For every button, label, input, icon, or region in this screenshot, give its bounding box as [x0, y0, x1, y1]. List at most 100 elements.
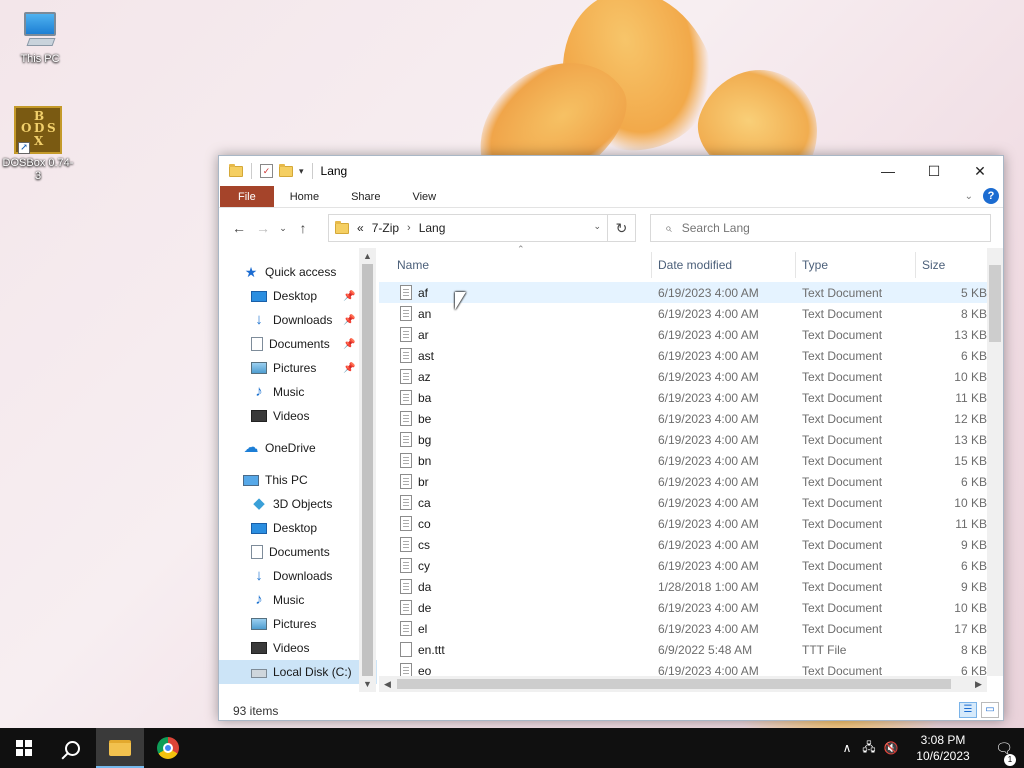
volume-muted-icon[interactable]: 🔇 [880, 741, 902, 755]
scroll-up-arrow-icon[interactable]: ▲ [359, 248, 376, 264]
table-row[interactable]: af 6/19/2023 4:00 AM Text Document 5 KB [379, 282, 987, 303]
table-row[interactable]: be 6/19/2023 4:00 AM Text Document 12 KB [379, 408, 987, 429]
desktop-icon-dosbox[interactable]: B O D S X ↗ DOSBox 0.74-3 [0, 106, 76, 183]
nav-documents[interactable]: Documents 📌 [219, 332, 377, 356]
nav-pc-music[interactable]: ♪ Music [219, 588, 377, 612]
action-center-button[interactable]: 🗨 1 [984, 740, 1024, 766]
column-name[interactable]: Name [397, 258, 429, 272]
divider [311, 163, 313, 179]
file-list-horizontal-scrollbar[interactable]: ◀ ▶ [379, 676, 987, 692]
column-date-modified[interactable]: Date modified [658, 258, 732, 272]
table-row[interactable]: bg 6/19/2023 4:00 AM Text Document 13 KB [379, 429, 987, 450]
nav-quick-access[interactable]: ★ Quick access [219, 260, 377, 284]
address-bar[interactable]: « 7-Zip › Lang ⌄ ↻ [328, 214, 636, 242]
customize-toolbar-arrow-icon[interactable]: ▾ [299, 166, 304, 177]
column-size[interactable]: Size [922, 258, 945, 272]
details-view-icon[interactable]: ☰ [959, 702, 977, 718]
nav-pc-pictures[interactable]: Pictures [219, 612, 377, 636]
table-row[interactable]: br 6/19/2023 4:00 AM Text Document 6 KB [379, 471, 987, 492]
nav-local-disk[interactable]: Local Disk (C:) [219, 660, 377, 684]
table-row[interactable]: cs 6/19/2023 4:00 AM Text Document 9 KB [379, 534, 987, 555]
nav-pc-desktop[interactable]: Desktop [219, 516, 377, 540]
help-icon[interactable]: ? [983, 188, 999, 204]
nav-pictures[interactable]: Pictures 📌 [219, 356, 377, 380]
tab-share[interactable]: Share [335, 186, 396, 207]
nav-pc-downloads[interactable]: ↓ Downloads [219, 564, 377, 588]
forward-button[interactable]: → [251, 220, 275, 236]
column-divider[interactable] [915, 252, 916, 278]
title-bar[interactable]: ✓ ▾ Lang — ☐ ✕ [219, 156, 1003, 186]
scrollbar-thumb[interactable] [397, 679, 951, 689]
nav-3d-objects[interactable]: ◆ 3D Objects [219, 492, 377, 516]
column-divider[interactable] [651, 252, 652, 278]
table-row[interactable]: ast 6/19/2023 4:00 AM Text Document 6 KB [379, 345, 987, 366]
properties-icon[interactable]: ✓ [260, 164, 273, 178]
nav-videos[interactable]: Videos [219, 404, 377, 428]
table-row[interactable]: co 6/19/2023 4:00 AM Text Document 11 KB [379, 513, 987, 534]
file-list-vertical-scrollbar[interactable] [987, 248, 1003, 676]
breadcrumb-separator-icon[interactable]: › [407, 222, 411, 234]
table-row[interactable]: en.ttt 6/9/2022 5:48 AM TTT File 8 KB [379, 639, 987, 660]
table-row[interactable]: de 6/19/2023 4:00 AM Text Document 10 KB [379, 597, 987, 618]
scrollbar-thumb[interactable] [362, 264, 373, 676]
table-row[interactable]: el 6/19/2023 4:00 AM Text Document 17 KB [379, 618, 987, 639]
nav-pc-documents[interactable]: Documents [219, 540, 377, 564]
tab-file[interactable]: File [220, 186, 274, 207]
taskbar-chrome[interactable] [144, 728, 192, 768]
table-row[interactable]: ar 6/19/2023 4:00 AM Text Document 13 KB [379, 324, 987, 345]
table-row[interactable]: az 6/19/2023 4:00 AM Text Document 10 KB [379, 366, 987, 387]
file-type: Text Document [802, 474, 883, 489]
nav-downloads[interactable]: ↓ Downloads 📌 [219, 308, 377, 332]
file-date: 6/19/2023 4:00 AM [658, 411, 759, 426]
nav-pc-videos[interactable]: Videos [219, 636, 377, 660]
breadcrumb-lang[interactable]: Lang [419, 221, 446, 235]
close-button[interactable]: ✕ [957, 156, 1003, 186]
navigation-pane-scrollbar[interactable]: ▲ ▼ [359, 248, 376, 692]
pictures-icon [251, 618, 267, 630]
scroll-left-arrow-icon[interactable]: ◀ [379, 676, 396, 692]
scroll-down-arrow-icon[interactable]: ▼ [359, 676, 376, 692]
table-row[interactable]: bn 6/19/2023 4:00 AM Text Document 15 KB [379, 450, 987, 471]
scroll-right-arrow-icon[interactable]: ▶ [970, 676, 987, 692]
large-icons-view-icon[interactable]: ▭ [981, 702, 999, 718]
tab-view[interactable]: View [396, 186, 452, 207]
column-type[interactable]: Type [802, 258, 828, 272]
breadcrumb-7zip[interactable]: 7-Zip [372, 221, 399, 235]
table-row[interactable]: ca 6/19/2023 4:00 AM Text Document 10 KB [379, 492, 987, 513]
show-hidden-icons-chevron-icon[interactable]: ∧ [836, 741, 858, 755]
table-row[interactable]: ba 6/19/2023 4:00 AM Text Document 11 KB [379, 387, 987, 408]
recent-locations-button[interactable]: ⌄ [275, 223, 291, 234]
search-input[interactable] [681, 221, 962, 235]
table-row[interactable]: cy 6/19/2023 4:00 AM Text Document 6 KB [379, 555, 987, 576]
download-icon: ↓ [255, 567, 263, 584]
desktop-icon-this-pc[interactable]: This PC [2, 10, 78, 66]
search-icon [64, 740, 80, 756]
search-box[interactable]: ⌕ [650, 214, 991, 242]
nav-music[interactable]: ♪ Music [219, 380, 377, 404]
back-button[interactable]: ← [227, 220, 251, 236]
maximize-button[interactable]: ☐ [911, 156, 957, 186]
start-button[interactable] [0, 728, 48, 768]
file-type: Text Document [802, 411, 883, 426]
table-row[interactable]: da 1/28/2018 1:00 AM Text Document 9 KB [379, 576, 987, 597]
taskbar-file-explorer[interactable] [96, 728, 144, 768]
computer-icon [243, 474, 259, 486]
minimize-button[interactable]: — [865, 156, 911, 186]
nav-onedrive[interactable]: ☁ OneDrive [219, 436, 377, 460]
scrollbar-thumb[interactable] [989, 265, 1001, 342]
column-divider[interactable] [795, 252, 796, 278]
refresh-button[interactable]: ↻ [607, 215, 635, 241]
network-icon[interactable]: 🖧 [858, 738, 880, 759]
expand-ribbon-chevron-icon[interactable]: ⌄ [965, 191, 973, 202]
new-folder-icon[interactable] [279, 163, 293, 177]
nav-this-pc[interactable]: This PC [219, 468, 377, 492]
clock[interactable]: 3:08 PM 10/6/2023 [902, 732, 984, 764]
nav-desktop[interactable]: Desktop 📌 [219, 284, 377, 308]
address-dropdown-icon[interactable]: ⌄ [593, 221, 601, 232]
mouse-cursor-icon [455, 292, 466, 310]
search-button[interactable] [48, 728, 96, 768]
up-button[interactable]: ↑ [291, 220, 315, 236]
tab-home[interactable]: Home [274, 186, 335, 207]
table-row[interactable]: an 6/19/2023 4:00 AM Text Document 8 KB [379, 303, 987, 324]
address-overflow[interactable]: « [357, 221, 364, 235]
